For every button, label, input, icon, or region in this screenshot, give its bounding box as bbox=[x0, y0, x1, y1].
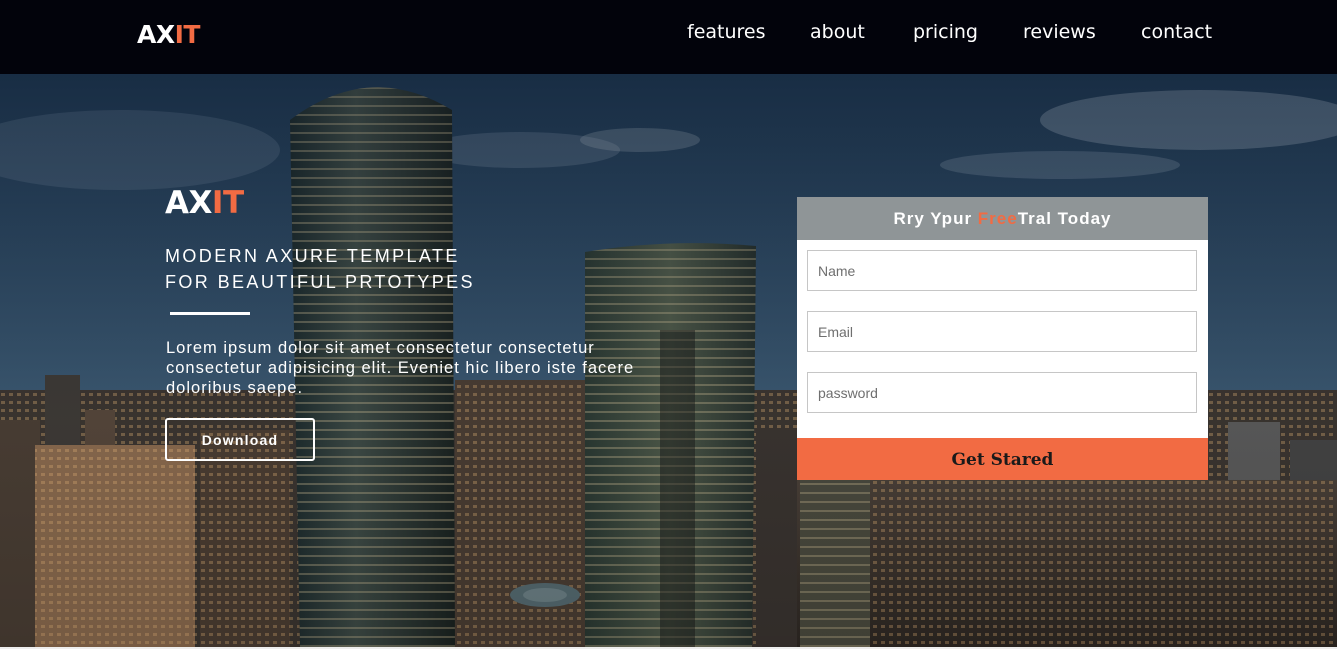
form-heading-part-2: Tral Today bbox=[1017, 209, 1112, 228]
top-navbar: AXIT features about pricing reviews cont… bbox=[0, 0, 1337, 74]
email-input[interactable] bbox=[807, 311, 1197, 352]
hero-title-part-2: IT bbox=[211, 185, 244, 221]
hero-title: AXIT bbox=[165, 185, 244, 221]
name-input[interactable] bbox=[807, 250, 1197, 291]
form-heading-highlight: Free bbox=[977, 209, 1018, 228]
form-heading: Rry Ypur FreeTral Today bbox=[797, 197, 1208, 240]
logo-part-2: IT bbox=[174, 20, 201, 49]
hero-subtitle-line-1: MODERN AXURE TEMPLATE bbox=[165, 246, 460, 266]
nav-link-pricing[interactable]: pricing bbox=[913, 20, 978, 44]
hero-subtitle-line-2: FOR BEAUTIFUL PRTOTYPES bbox=[165, 272, 475, 292]
hero-subtitle: MODERN AXURE TEMPLATE FOR BEAUTIFUL PRTO… bbox=[165, 243, 475, 295]
download-button[interactable]: Download bbox=[165, 418, 315, 461]
nav-link-reviews[interactable]: reviews bbox=[1023, 20, 1096, 44]
hero-divider bbox=[170, 312, 250, 315]
password-input[interactable] bbox=[807, 372, 1197, 413]
form-heading-part-1: Rry Ypur bbox=[893, 209, 978, 228]
nav-link-about[interactable]: about bbox=[810, 20, 865, 44]
signup-form-card: Rry Ypur FreeTral Today Get Stared bbox=[797, 197, 1208, 480]
hero-body-text: Lorem ipsum dolor sit amet consectetur c… bbox=[166, 339, 635, 397]
nav-link-contact[interactable]: contact bbox=[1141, 20, 1212, 44]
nav-link-features[interactable]: features bbox=[687, 20, 766, 44]
hero-title-part-1: AX bbox=[165, 185, 212, 221]
logo-part-1: AX bbox=[137, 20, 175, 49]
get-started-button[interactable]: Get Stared bbox=[797, 438, 1208, 480]
brand-logo[interactable]: AXIT bbox=[137, 20, 200, 50]
